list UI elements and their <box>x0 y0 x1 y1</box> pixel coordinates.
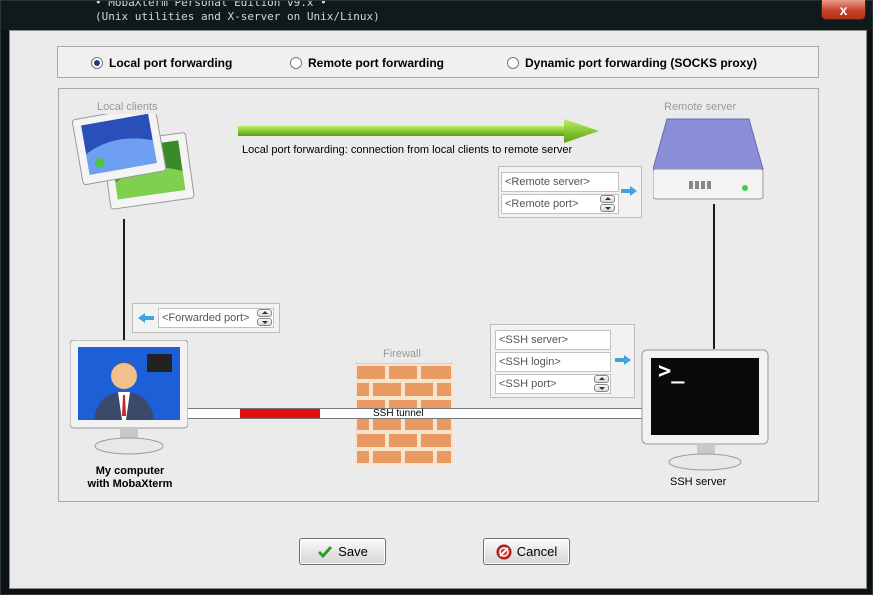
terminal-prompt-icon: >_ <box>658 359 685 384</box>
tunnel-traffic-indicator <box>240 409 320 418</box>
my-computer-icon <box>70 340 188 455</box>
forwarding-diagram: Local clients Remote server Local port f… <box>58 88 819 502</box>
radio-local-label: Local port forwarding <box>109 56 233 70</box>
radio-dynamic-forwarding[interactable]: Dynamic port forwarding (SOCKS proxy) <box>507 56 757 70</box>
remote-server-icon <box>653 118 764 200</box>
radio-dynamic-label: Dynamic port forwarding (SOCKS proxy) <box>525 56 758 70</box>
remote-port-spinner[interactable] <box>600 195 615 212</box>
arrow-left-icon <box>138 313 154 323</box>
ssh-server-input[interactable]: <SSH server> <box>495 330 611 350</box>
direction-arrow-icon <box>238 119 599 143</box>
ssh-login-input[interactable]: <SSH login> <box>495 352 611 372</box>
close-button[interactable]: x <box>821 0 866 20</box>
ssh-port-spinner[interactable] <box>594 375 609 392</box>
forwarding-mode-bar: Local port forwarding Remote port forwar… <box>57 46 819 78</box>
port-forwarding-dialog: Local port forwarding Remote port forwar… <box>9 30 867 589</box>
radio-checked-icon[interactable] <box>91 57 103 69</box>
arrow-right-icon <box>615 355 631 365</box>
remote-server-input[interactable]: <Remote server> <box>501 172 619 192</box>
save-button-label: Save <box>338 544 368 559</box>
local-clients-caption: Local clients <box>97 101 158 113</box>
cancel-button-label: Cancel <box>516 544 558 559</box>
remote-server-caption: Remote server <box>664 101 737 113</box>
radio-local-forwarding[interactable]: Local port forwarding <box>91 56 232 70</box>
firewall-caption: Firewall <box>383 348 421 360</box>
radio-remote-label: Remote port forwarding <box>308 56 445 70</box>
my-computer-label-line2: with MobaXterm <box>87 478 173 490</box>
connector-line <box>713 204 715 349</box>
save-button[interactable]: Save <box>299 538 386 565</box>
spin-up-icon[interactable] <box>600 195 615 203</box>
arrow-right-icon <box>621 186 637 196</box>
close-icon: x <box>839 1 848 18</box>
connector-line <box>123 219 125 341</box>
spin-down-icon[interactable] <box>600 204 615 212</box>
my-computer-label-line1: My computer <box>95 465 165 477</box>
cancel-button[interactable]: Cancel <box>483 538 570 565</box>
spin-up-icon[interactable] <box>594 375 609 383</box>
spin-up-icon[interactable] <box>257 309 272 317</box>
spin-down-icon[interactable] <box>257 318 272 326</box>
spin-down-icon[interactable] <box>594 384 609 392</box>
forwarded-port-spinner[interactable] <box>257 309 272 326</box>
ssh-tunnel-label: SSH tunnel <box>373 408 424 419</box>
radio-remote-forwarding[interactable]: Remote port forwarding <box>290 56 444 70</box>
checkmark-icon <box>318 545 333 558</box>
radio-unchecked-icon[interactable] <box>290 57 302 69</box>
ssh-server-label: SSH server <box>670 476 727 488</box>
direction-text: Local port forwarding: connection from l… <box>242 144 573 156</box>
cancel-icon <box>496 544 512 559</box>
local-clients-icon <box>71 114 195 210</box>
radio-unchecked-icon[interactable] <box>507 57 519 69</box>
